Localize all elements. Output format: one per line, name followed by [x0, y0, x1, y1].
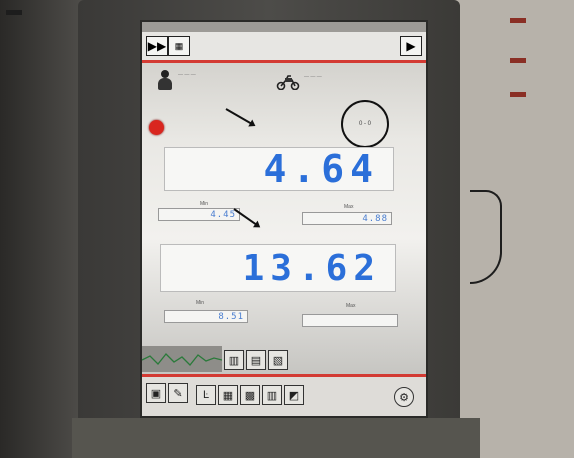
grid-button[interactable]: ▦	[218, 385, 238, 405]
primary-min-label: Min	[200, 201, 209, 207]
rider-icon[interactable]	[156, 70, 174, 90]
window-icon: ▣	[150, 387, 162, 400]
secondary-reading-display: 13.62	[160, 244, 396, 292]
wrench-icon: ⚙	[399, 391, 409, 404]
tool-icon-3: ▧	[272, 354, 284, 367]
tool-button-2[interactable]: ▤	[246, 350, 266, 370]
rider-caption: — — —	[178, 72, 196, 78]
text-button[interactable]: Ŀ	[196, 385, 216, 405]
touch-screen: ▶▶ ▦ ▶ — — — — — — 0 - 0 4.64 Min 4.45 M…	[142, 22, 426, 416]
gauge-button[interactable]: ◩	[284, 385, 304, 405]
fast-forward-button[interactable]: ▶▶	[146, 36, 168, 56]
photo-button[interactable]: ▦	[168, 36, 190, 56]
photo-icon: ▦	[174, 40, 184, 51]
wall-marker	[510, 18, 526, 23]
primary-min-display: 4.45	[158, 208, 240, 221]
bottom-taskbar: ▣ ✎ Ŀ ▦ ▩ ▥ ◩ ⚙	[142, 374, 426, 416]
background-right	[440, 0, 574, 458]
fast-forward-icon: ▶▶	[147, 39, 167, 53]
tool-button-3[interactable]: ▧	[268, 350, 288, 370]
tool-icon-1: ▥	[228, 354, 240, 367]
secondary-max-display	[302, 314, 398, 327]
pointer-arrow	[225, 108, 255, 126]
tools-icon: ▩	[244, 389, 256, 402]
status-circle[interactable]: 0 - 0	[341, 100, 389, 148]
secondary-min-display: 8.51	[164, 310, 248, 323]
secondary-max-label: Max	[346, 303, 356, 309]
motorcycle-icon[interactable]	[276, 74, 300, 90]
window-button[interactable]: ▣	[146, 383, 166, 403]
status-circle-text: 0 - 0	[358, 121, 371, 127]
chart-button[interactable]: ▥	[262, 385, 282, 405]
wrench-button[interactable]: ⚙	[394, 387, 414, 407]
secondary-reading-value: 13.62	[242, 247, 381, 289]
tool-button-1[interactable]: ▥	[224, 350, 244, 370]
primary-min-value: 4.45	[210, 209, 236, 220]
play-icon: ▶	[406, 39, 416, 53]
top-toolbar: ▶▶ ▦ ▶	[142, 32, 426, 63]
wall-marker	[510, 92, 526, 97]
tools-button[interactable]: ▩	[240, 385, 260, 405]
secondary-min-value: 8.51	[218, 311, 244, 322]
primary-max-label: Max	[344, 204, 354, 210]
play-button[interactable]: ▶	[400, 36, 422, 56]
grid-icon: ▦	[222, 389, 234, 402]
wall-marker	[6, 10, 22, 15]
pen-icon: ✎	[173, 387, 183, 400]
primary-reading-value: 4.64	[263, 147, 379, 191]
text-icon: Ŀ	[202, 389, 210, 401]
bottom-tool-panel: ▥ ▤ ▧	[142, 344, 426, 374]
tool-icon-2: ▤	[250, 354, 262, 367]
wall-marker	[510, 58, 526, 63]
pen-button[interactable]: ✎	[168, 383, 188, 403]
record-indicator[interactable]	[149, 120, 164, 135]
chart-icon: ▥	[266, 389, 278, 402]
primary-max-value: 4.88	[362, 213, 388, 224]
monitor-stand	[72, 418, 480, 458]
waveform-icon[interactable]	[142, 346, 222, 372]
primary-max-display: 4.88	[302, 212, 392, 225]
secondary-min-label: Min	[196, 300, 205, 306]
motorcycle-caption: — — —	[304, 74, 322, 80]
gauge-icon: ◩	[288, 389, 300, 402]
primary-reading-display: 4.64	[164, 147, 394, 191]
